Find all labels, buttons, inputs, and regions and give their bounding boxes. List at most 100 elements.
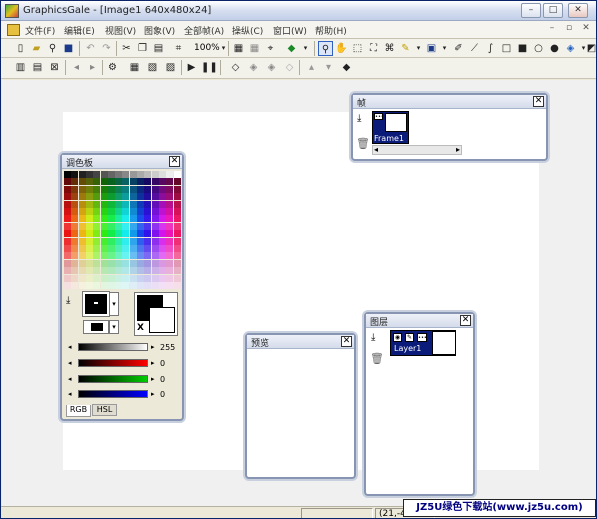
- move-down-icon[interactable]: ▾: [321, 60, 336, 75]
- palette-swatch[interactable]: [100, 208, 108, 215]
- palette-swatch[interactable]: [173, 252, 181, 260]
- palette-swatch[interactable]: [166, 178, 174, 186]
- palette-swatch[interactable]: [85, 259, 93, 267]
- palette-swatch[interactable]: [129, 252, 137, 260]
- palette-swatch[interactable]: [158, 185, 166, 193]
- palette-swatch[interactable]: [85, 171, 93, 178]
- palette-swatch[interactable]: [122, 222, 130, 230]
- palette-swatch[interactable]: [100, 259, 108, 267]
- green-slider[interactable]: [78, 375, 148, 383]
- download-icon[interactable]: ⤓: [66, 295, 70, 306]
- prev-frame-icon[interactable]: ◂: [69, 60, 84, 75]
- palette-swatch[interactable]: [78, 230, 86, 238]
- palette-swatch[interactable]: [107, 274, 115, 282]
- palette-swatch[interactable]: [107, 267, 115, 275]
- palette-swatch[interactable]: [166, 222, 174, 230]
- palette-swatch[interactable]: [158, 282, 166, 289]
- palette-swatch[interactable]: [137, 215, 144, 223]
- paste-icon[interactable]: ▤: [151, 41, 166, 56]
- move-up-icon[interactable]: ▴: [304, 60, 319, 75]
- palette-swatch[interactable]: [93, 200, 101, 208]
- slider-right-arrow[interactable]: ▸: [151, 343, 155, 351]
- palette-swatch[interactable]: [85, 215, 93, 223]
- palette-swatch[interactable]: [100, 252, 108, 260]
- palette-swatch[interactable]: [137, 230, 144, 238]
- chevron-down-icon[interactable]: ▾: [109, 292, 119, 316]
- palette-swatch[interactable]: [144, 185, 152, 193]
- palette-swatch[interactable]: [166, 267, 174, 275]
- palette-swatch[interactable]: [151, 222, 159, 230]
- palette-swatch[interactable]: [115, 200, 123, 208]
- palette-swatch[interactable]: [85, 237, 93, 245]
- pencil-icon[interactable]: ✐: [451, 41, 466, 56]
- palette-swatch[interactable]: [78, 171, 86, 178]
- palette-swatch[interactable]: [107, 237, 115, 245]
- palette-swatch[interactable]: [64, 193, 71, 201]
- mdi-restore-button[interactable]: ▫: [562, 23, 576, 36]
- magnifier-icon[interactable]: ⚲: [45, 41, 60, 56]
- palette-swatch[interactable]: [93, 282, 101, 289]
- palette-swatch[interactable]: [115, 245, 123, 252]
- slider-left-arrow[interactable]: ◂: [68, 390, 72, 398]
- palette-swatch[interactable]: [100, 193, 108, 201]
- palette-swatch[interactable]: [137, 282, 144, 289]
- palette-swatch[interactable]: [115, 252, 123, 260]
- palette-swatch[interactable]: [158, 193, 166, 201]
- palette-swatch[interactable]: [144, 245, 152, 252]
- palette-swatch[interactable]: [85, 185, 93, 193]
- palette-swatch[interactable]: [78, 237, 86, 245]
- slider-right-arrow[interactable]: ▸: [151, 359, 155, 367]
- chevron-down-icon[interactable]: ▾: [109, 320, 119, 334]
- palette-swatch[interactable]: [137, 222, 144, 230]
- palette-swatch[interactable]: [137, 274, 144, 282]
- palette-swatch[interactable]: [158, 267, 166, 275]
- slider-right-arrow[interactable]: ▸: [151, 375, 155, 383]
- palette-swatch[interactable]: [93, 230, 101, 238]
- palette-swatch[interactable]: [85, 245, 93, 252]
- palette-swatch[interactable]: [85, 230, 93, 238]
- palette-swatch[interactable]: [166, 274, 174, 282]
- frame-thumbnail[interactable]: ••• Frame1: [372, 111, 409, 144]
- palette-swatch[interactable]: [100, 222, 108, 230]
- palette-swatch[interactable]: [144, 230, 152, 238]
- palette-swatch[interactable]: [100, 171, 108, 178]
- slider-left-arrow[interactable]: ◂: [68, 375, 72, 383]
- palette-swatch[interactable]: [173, 267, 181, 275]
- preview-panel-header[interactable]: 预览 ✕: [247, 335, 354, 349]
- palette-swatch[interactable]: [158, 215, 166, 223]
- palette-swatch[interactable]: [78, 267, 86, 275]
- menu-help[interactable]: 帮助(H): [315, 24, 347, 37]
- palette-swatch[interactable]: [93, 193, 101, 201]
- palette-swatch[interactable]: [93, 178, 101, 186]
- palette-swatch[interactable]: [107, 245, 115, 252]
- palette-swatch[interactable]: [93, 245, 101, 252]
- palette-swatch[interactable]: [107, 230, 115, 238]
- palette-swatch[interactable]: [122, 267, 130, 275]
- palette-swatch[interactable]: [151, 230, 159, 238]
- palette-swatch[interactable]: [173, 171, 181, 178]
- palette-swatch[interactable]: [122, 193, 130, 201]
- palette-swatch[interactable]: [144, 208, 152, 215]
- palette-swatch[interactable]: [107, 259, 115, 267]
- palette-swatch[interactable]: [158, 178, 166, 186]
- palette-panel-header[interactable]: 调色板 ✕: [62, 155, 182, 169]
- palette-swatch[interactable]: [173, 259, 181, 267]
- palette-swatch[interactable]: [64, 252, 71, 260]
- palette-swatch[interactable]: [122, 171, 130, 178]
- palette-swatch[interactable]: [129, 171, 137, 178]
- palette-swatch[interactable]: [151, 274, 159, 282]
- palette-swatch[interactable]: [137, 252, 144, 260]
- frames-panel-header[interactable]: 帧 ✕: [353, 95, 546, 109]
- palette-swatch[interactable]: [151, 171, 159, 178]
- menu-file[interactable]: 文件(F): [25, 24, 55, 37]
- palette-swatch[interactable]: [151, 282, 159, 289]
- palette-swatch[interactable]: [166, 282, 174, 289]
- tab-hsl[interactable]: HSL: [92, 404, 117, 416]
- palette-swatch[interactable]: [173, 237, 181, 245]
- eye-icon[interactable]: ◉: [393, 333, 402, 342]
- palette-swatch[interactable]: [93, 185, 101, 193]
- palette-swatch[interactable]: [173, 274, 181, 282]
- zoom-tool-icon[interactable]: ⚲: [318, 41, 333, 56]
- palette-swatch[interactable]: [64, 208, 71, 215]
- palette-swatch[interactable]: [144, 193, 152, 201]
